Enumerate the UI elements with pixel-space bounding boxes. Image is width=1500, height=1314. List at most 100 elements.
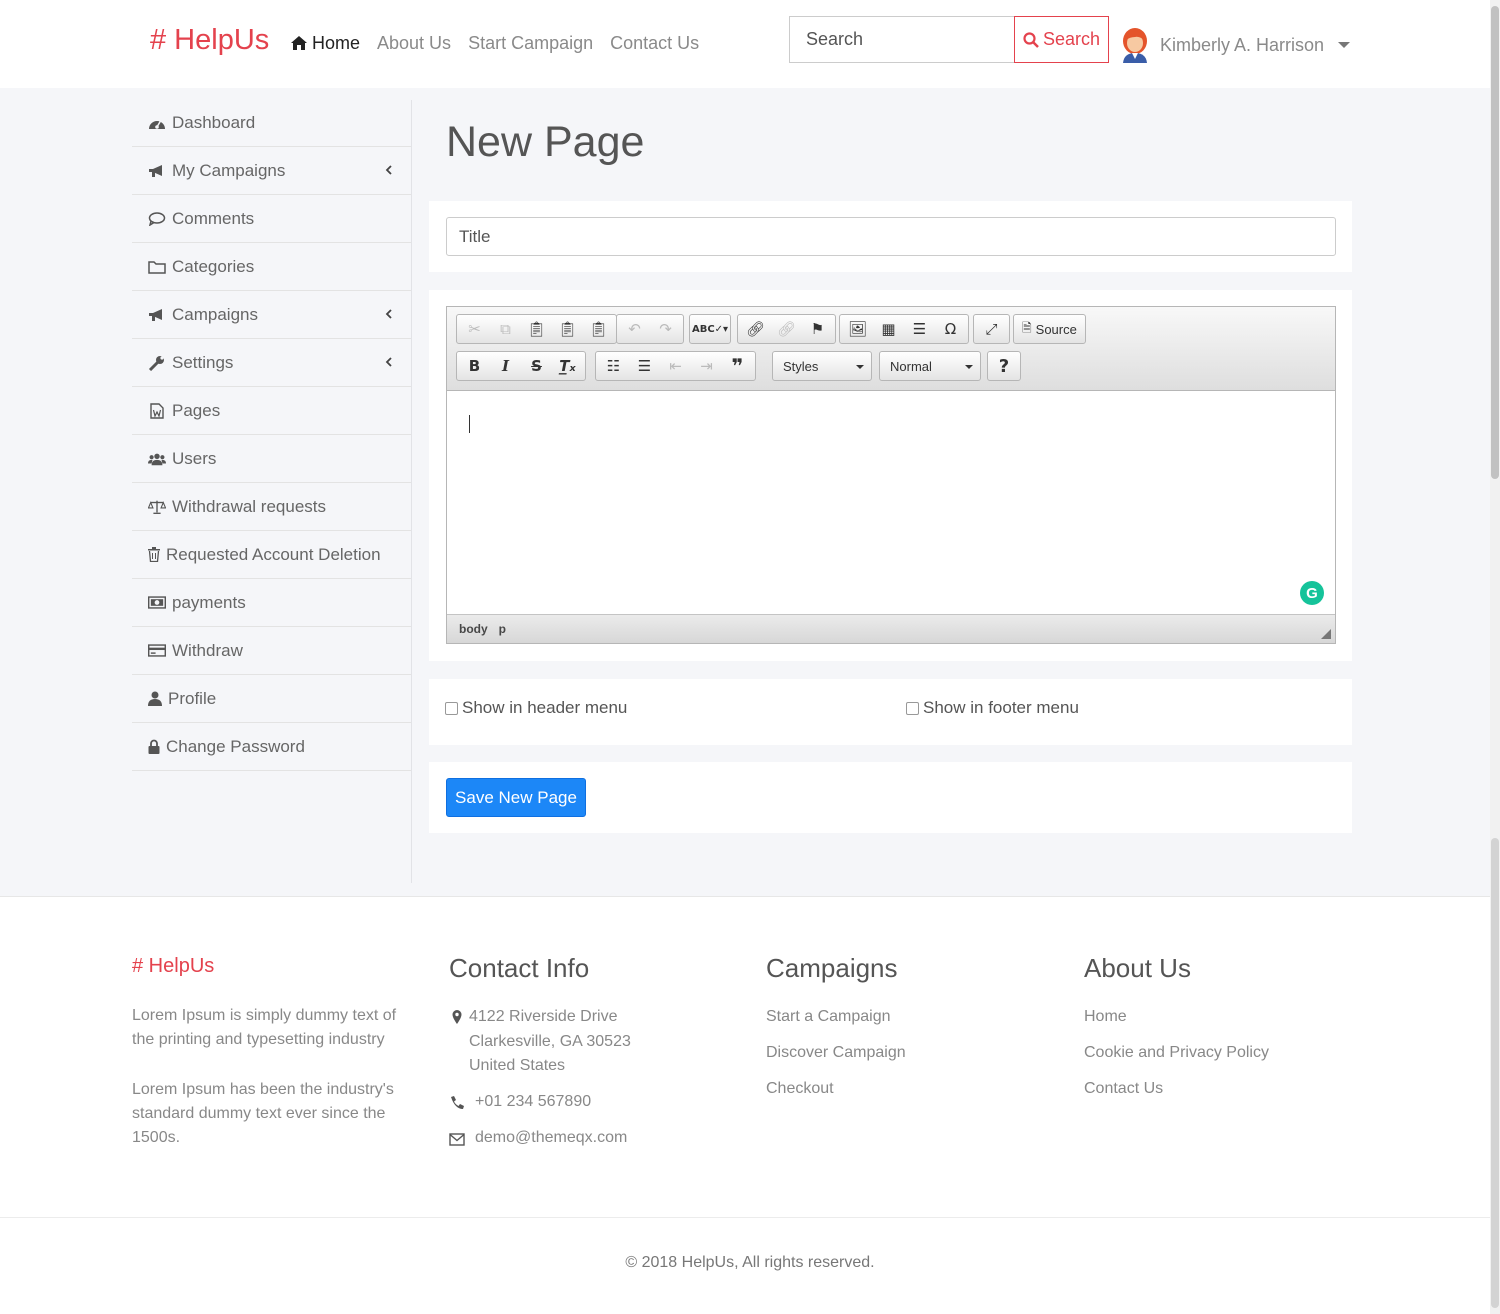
image-icon[interactable]: 🖼︎ [842,316,873,342]
source-button[interactable]: 🗎 Source [1013,314,1086,344]
table-icon[interactable]: ▦ [873,316,904,342]
brand-logo[interactable]: # HelpUs [150,24,269,57]
nav-item-about[interactable]: About Us [377,33,451,54]
format-select[interactable]: Normal [879,351,981,381]
bold-icon[interactable]: B [459,353,490,379]
users-icon [148,451,166,467]
show-header-option[interactable]: Show in header menu [445,698,627,718]
bullhorn-icon [148,163,166,179]
sidebar-item-comments[interactable]: Comments [132,195,411,243]
editor-content-area[interactable]: G [447,391,1335,614]
user-menu[interactable]: Kimberly A. Harrison [1120,27,1351,63]
nav-item-start-campaign[interactable]: Start Campaign [468,33,593,54]
scrollbar-thumb[interactable] [1491,6,1499,479]
sidebar-item-label: Pages [172,400,221,420]
help-icon[interactable]: ? [990,353,1018,379]
sidebar-item-pages[interactable]: Pages [132,387,411,435]
sidebar-item-label: Users [172,448,217,468]
title-input[interactable] [446,217,1336,256]
remove-format-icon[interactable]: T̲ₓ [552,353,583,379]
anchor-flag-icon[interactable]: ⚑ [802,316,833,342]
footer-link-contact[interactable]: Contact Us [1084,1080,1163,1098]
search-form: Search [789,16,1109,63]
show-header-label: Show in header menu [462,698,628,717]
search-icon [1023,31,1039,48]
footer-link-start-campaign[interactable]: Start a Campaign [766,1008,891,1026]
paste-word-icon[interactable]: 📋︎ [583,316,614,342]
sidebar-item-label: Withdraw [172,640,243,660]
sidebar-item-account-deletion[interactable]: Requested Account Deletion [132,531,411,579]
chevron-down-icon [856,365,864,369]
file-word-icon [148,402,166,419]
comment-icon [148,211,166,227]
sidebar-item-change-password[interactable]: Change Password [132,723,411,771]
sidebar-item-my-campaigns[interactable]: My Campaigns [132,147,411,195]
email-link[interactable]: demo@themeqx.com [475,1129,627,1147]
contact-heading: Contact Info [449,953,590,983]
list-group: ☷ ☰ ⇤ ⇥ ❞ [595,351,756,381]
special-char-icon[interactable]: Ω [935,316,966,342]
nav-item-contact[interactable]: Contact Us [610,33,699,54]
page-scrollbar[interactable] [1490,0,1500,1314]
sidebar-item-dashboard[interactable]: Dashboard [132,100,411,147]
insert-group: 🖼︎ ▦ ☰ Ω [839,314,969,344]
blockquote-icon[interactable]: ❞ [722,353,753,379]
admin-sidebar: Dashboard My Campaigns Comments Categori… [132,100,412,883]
maximize-icon[interactable]: ⤢ [976,316,1007,342]
sidebar-item-campaigns[interactable]: Campaigns [132,291,411,339]
horizontal-line-icon[interactable]: ☰ [904,316,935,342]
indent-icon[interactable]: ⇥ [691,353,722,379]
spellcheck-group: ABC✓▾ [689,314,731,344]
unlink-icon[interactable]: 🔗︎ [771,316,802,342]
paste-text-icon[interactable]: 📋︎ [552,316,583,342]
path-item-body[interactable]: body [459,622,488,636]
sidebar-item-payments[interactable]: payments [132,579,411,627]
footer-link-checkout[interactable]: Checkout [766,1080,834,1098]
nav-item-label: Home [312,33,361,53]
path-item-p[interactable]: p [499,622,506,636]
paste-icon[interactable]: 📋︎ [521,316,552,342]
title-card [429,201,1352,272]
footer-link-home[interactable]: Home [1084,1008,1127,1026]
chevron-down-icon [965,365,973,369]
sidebar-item-settings[interactable]: Settings [132,339,411,387]
sidebar-item-profile[interactable]: Profile [132,675,411,723]
bulleted-list-icon[interactable]: ☰ [629,353,660,379]
footer-link-cookie-policy[interactable]: Cookie and Privacy Policy [1084,1044,1269,1062]
menu-options-card: Show in header menu Show in footer menu [429,679,1352,745]
avatar [1123,28,1147,63]
spellcheck-icon[interactable]: ABC✓▾ [692,316,728,342]
cut-icon[interactable]: ✂ [459,316,490,342]
link-icon[interactable]: 🔗︎ [740,316,771,342]
search-input[interactable] [789,16,1014,63]
chevron-left-icon [385,165,392,175]
sidebar-item-withdraw[interactable]: Withdraw [132,627,411,675]
source-doc-icon: 🗎 [1022,320,1032,335]
folder-icon [148,259,166,275]
save-new-page-button[interactable]: Save New Page [446,778,586,817]
footer-link-discover-campaign[interactable]: Discover Campaign [766,1044,906,1062]
scrollbar-thumb-lower[interactable] [1491,838,1499,1308]
outdent-icon[interactable]: ⇤ [660,353,691,379]
numbered-list-icon[interactable]: ☷ [598,353,629,379]
undo-icon[interactable]: ↶ [619,316,650,342]
italic-icon[interactable]: I [490,353,521,379]
show-footer-checkbox[interactable] [906,701,919,715]
sidebar-item-withdrawal-requests[interactable]: Withdrawal requests [132,483,411,531]
resize-handle-icon[interactable] [1321,629,1331,639]
save-card: Save New Page [429,762,1352,833]
copy-icon[interactable]: ⧉ [490,316,521,342]
show-header-checkbox[interactable] [445,701,458,715]
search-button[interactable]: Search [1014,16,1109,63]
sidebar-item-categories[interactable]: Categories [132,243,411,291]
basic-styles-group: B I S T̲ₓ [456,351,586,381]
sidebar-item-users[interactable]: Users [132,435,411,483]
sidebar-item-label: Comments [172,208,255,228]
strikethrough-icon[interactable]: S [521,353,552,379]
grammarly-icon[interactable]: G [1300,581,1324,605]
sidebar-item-label: Change Password [166,736,305,756]
redo-icon[interactable]: ↷ [650,316,681,342]
show-footer-option[interactable]: Show in footer menu [906,698,1079,718]
nav-item-home[interactable]: Home [291,33,360,54]
styles-select[interactable]: Styles [772,351,872,381]
